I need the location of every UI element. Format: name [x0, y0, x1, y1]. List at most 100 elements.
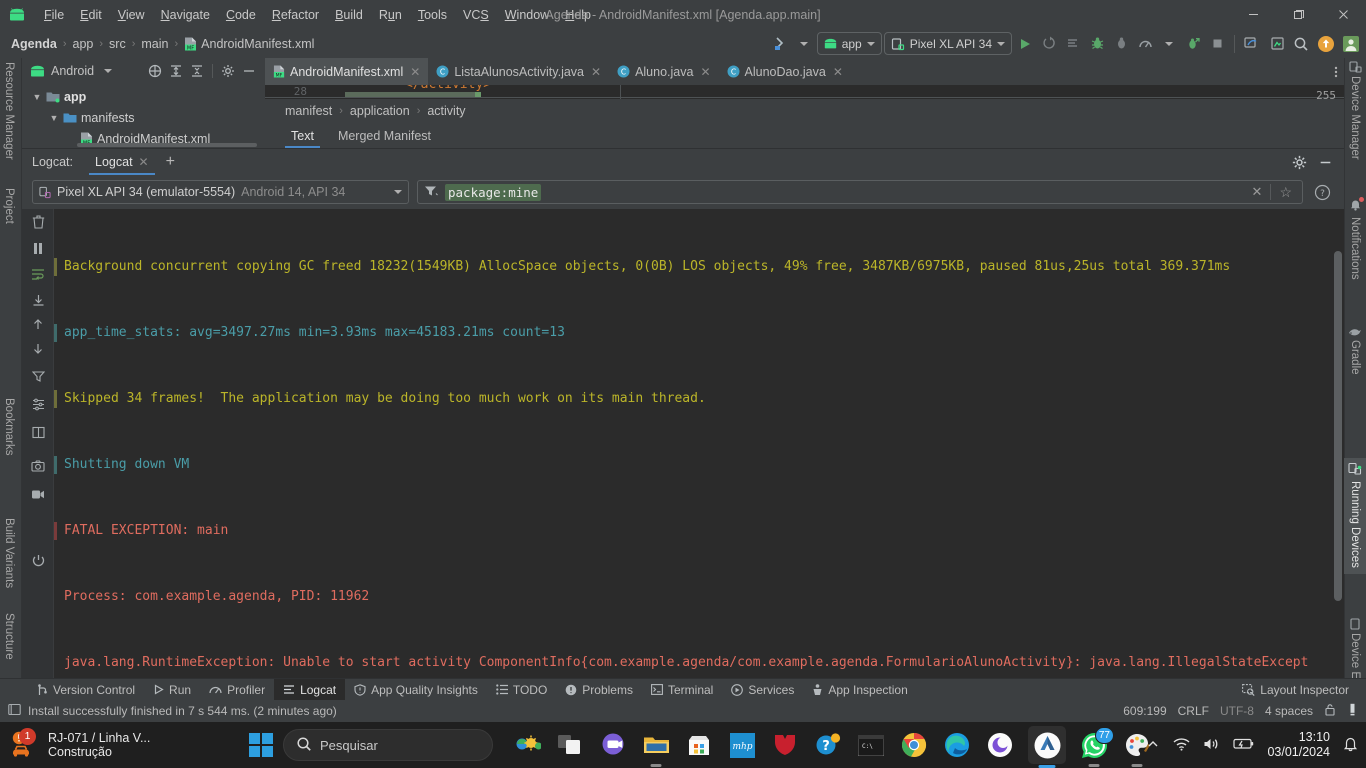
search-everywhere-icon[interactable]	[1290, 33, 1312, 55]
pause-logcat-icon[interactable]	[29, 239, 47, 257]
favorite-query-icon[interactable]: ☆	[1273, 184, 1298, 201]
device-mirroring-icon[interactable]	[1241, 33, 1264, 55]
minimize-panel-button[interactable]	[1314, 151, 1336, 173]
terminate-app-icon[interactable]	[29, 551, 47, 569]
editor-breadcrumb-manifest[interactable]: manifest	[281, 103, 336, 119]
log-line[interactable]: FATAL EXCEPTION: main	[54, 520, 1328, 542]
module-selector[interactable]: app	[816, 32, 882, 55]
teams-icon[interactable]	[598, 730, 628, 760]
clear-query-icon[interactable]: ✕	[1246, 184, 1269, 200]
record-video-icon[interactable]	[29, 485, 47, 503]
collapse-all-button[interactable]	[187, 61, 207, 81]
logcat-tab[interactable]: Logcat ✕	[87, 152, 157, 175]
sidebar-item-running-devices[interactable]: Running Devices	[1344, 458, 1366, 574]
menu-window[interactable]: Window	[497, 5, 557, 25]
tool-window-terminal[interactable]: Terminal	[642, 679, 722, 701]
line-separator[interactable]: CRLF	[1178, 704, 1209, 718]
editor-breadcrumb-activity[interactable]: activity	[423, 103, 469, 119]
tool-window-layout-inspector[interactable]: Layout Inspector	[1233, 679, 1358, 701]
tool-window-run[interactable]: Run	[144, 679, 200, 701]
attach-debugger-button[interactable]	[1110, 33, 1132, 55]
wifi-icon[interactable]	[1173, 737, 1190, 754]
expand-all-button[interactable]	[166, 61, 186, 81]
sidebar-item-notifications[interactable]: Notifications	[1344, 197, 1366, 280]
sidebar-item-device-manager[interactable]: Device Manager	[1344, 60, 1366, 160]
sidebar-item-structure[interactable]: Structure	[3, 613, 15, 660]
apply-changes-icon[interactable]	[769, 33, 791, 55]
menu-run[interactable]: Run	[371, 5, 410, 25]
command-prompt-icon[interactable]: C:\	[856, 730, 886, 760]
scroll-down-icon[interactable]	[29, 339, 47, 357]
debug-button[interactable]	[1086, 33, 1108, 55]
stop-button[interactable]	[1206, 33, 1228, 55]
apply-code-changes-button[interactable]	[1038, 33, 1060, 55]
project-horizontal-scrollbar[interactable]	[77, 143, 257, 147]
close-icon[interactable]: ✕	[139, 155, 149, 169]
tool-window-todo[interactable]: TODO	[487, 679, 556, 701]
task-view-icon[interactable]	[555, 730, 585, 760]
breadcrumb-item-agenda[interactable]: Agenda	[6, 35, 62, 53]
event-log-icon[interactable]	[8, 703, 21, 719]
menu-refactor[interactable]: Refactor	[264, 5, 327, 25]
inspection-icon[interactable]	[1347, 703, 1358, 719]
bell-icon[interactable]	[1343, 736, 1358, 755]
log-line[interactable]: Shutting down VM	[54, 454, 1328, 476]
android-studio-icon[interactable]	[1028, 726, 1066, 764]
editor-breadcrumb-application[interactable]: application	[346, 103, 414, 119]
editor-tab-androidmanifest[interactable]: MF AndroidManifest.xml ✕	[265, 58, 429, 85]
menu-tools[interactable]: Tools	[410, 5, 455, 25]
chrome-icon[interactable]	[899, 730, 929, 760]
run-coverage-button[interactable]	[1182, 33, 1204, 55]
logcat-device-selector[interactable]: Pixel XL API 34 (emulator-5554) Android …	[32, 180, 409, 204]
save-logcat-icon[interactable]	[29, 291, 47, 309]
close-icon[interactable]: ✕	[591, 65, 601, 79]
gear-icon[interactable]	[218, 61, 238, 81]
filter-icon[interactable]	[424, 185, 439, 200]
profiler-button[interactable]	[1134, 33, 1156, 55]
menu-navigate[interactable]: Navigate	[153, 5, 218, 25]
update-button[interactable]	[1314, 33, 1338, 55]
menu-view[interactable]: View	[110, 5, 153, 25]
menu-code[interactable]: Code	[218, 5, 264, 25]
volume-icon[interactable]	[1203, 737, 1220, 754]
tree-item-app[interactable]: ▼ app	[22, 86, 265, 107]
editor-tabs-more-icon[interactable]	[1328, 58, 1344, 85]
logcat-scrollbar-thumb[interactable]	[1334, 251, 1342, 601]
breadcrumb-item-main[interactable]: main	[136, 35, 173, 53]
indent-setting[interactable]: 4 spaces	[1265, 704, 1313, 718]
profiler-dropdown[interactable]	[1158, 33, 1180, 55]
log-line[interactable]: Skipped 34 frames! The application may b…	[54, 388, 1328, 410]
chevron-down-icon[interactable]	[104, 69, 113, 73]
editor-tab-listaalunosactivity[interactable]: C ListaAlunosActivity.java ✕	[428, 58, 609, 85]
moon-app-icon[interactable]	[985, 730, 1015, 760]
select-opened-file-button[interactable]	[145, 61, 165, 81]
caret-position[interactable]: 609:199	[1123, 704, 1166, 718]
windows-start-icon[interactable]	[246, 730, 276, 760]
close-icon[interactable]: ✕	[410, 65, 420, 79]
file-explorer-icon[interactable]	[641, 730, 671, 760]
edge-icon[interactable]	[942, 730, 972, 760]
filter-settings-icon[interactable]	[29, 367, 47, 385]
log-line[interactable]: app_time_stats: avg=3497.27ms min=3.93ms…	[54, 322, 1328, 344]
scroll-up-icon[interactable]	[29, 315, 47, 333]
tool-window-logcat[interactable]: Logcat	[274, 678, 346, 701]
microsoft-store-icon[interactable]	[684, 730, 714, 760]
log-line[interactable]: Background concurrent copying GC freed 1…	[54, 256, 1328, 278]
tab-text[interactable]: Text	[281, 127, 324, 148]
menu-edit[interactable]: Edit	[72, 5, 110, 25]
hide-panel-button[interactable]	[239, 61, 259, 81]
status-message[interactable]: Install successfully finished in 7 s 544…	[28, 704, 337, 718]
apply-changes-restart-button[interactable]	[1062, 33, 1084, 55]
sidebar-item-build-variants[interactable]: Build Variants	[3, 518, 15, 588]
menu-build[interactable]: Build	[327, 5, 371, 25]
display-options-icon[interactable]	[29, 395, 47, 413]
help-app-icon[interactable]: ?	[813, 730, 843, 760]
sidebar-item-project[interactable]: Project	[3, 188, 15, 224]
menu-help[interactable]: Help	[557, 5, 599, 25]
tree-item-manifests[interactable]: ▼ manifests	[22, 107, 265, 128]
close-icon[interactable]: ✕	[833, 65, 843, 79]
device-selector[interactable]: Pixel XL API 34	[883, 32, 1012, 55]
screenshot-icon[interactable]	[29, 457, 47, 475]
sidebar-item-resource-manager[interactable]: Resource Manager	[3, 62, 15, 160]
log-line[interactable]: Process: com.example.agenda, PID: 11962	[54, 586, 1328, 608]
